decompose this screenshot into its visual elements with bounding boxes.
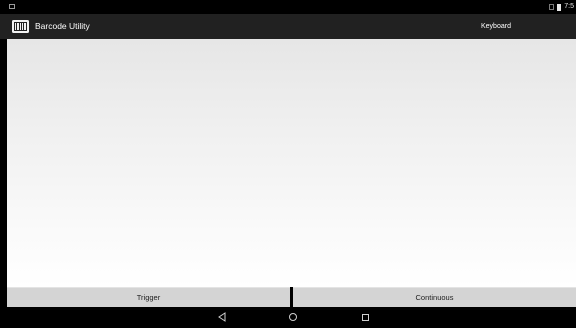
app-title: Barcode Utility	[35, 21, 90, 31]
status-time: 7:5	[564, 3, 574, 10]
status-indicators: 7:5	[549, 2, 574, 12]
barcode-icon	[12, 20, 29, 33]
device-screen: 7:5 Barcode Utility Keyboard Trigger Con…	[0, 0, 576, 328]
recents-icon[interactable]	[362, 314, 369, 321]
app-bar: Barcode Utility Keyboard	[0, 14, 576, 39]
home-icon[interactable]	[289, 313, 297, 321]
signal-icon	[549, 4, 555, 10]
scan-output-area[interactable]	[7, 39, 576, 287]
trigger-button[interactable]: Trigger	[7, 287, 290, 307]
back-icon[interactable]	[218, 312, 226, 322]
notification-icon	[9, 4, 15, 9]
continuous-button[interactable]: Continuous	[293, 287, 576, 307]
battery-icon	[557, 3, 562, 11]
button-row: Trigger Continuous	[7, 287, 576, 307]
navigation-bar	[0, 307, 576, 328]
keyboard-button[interactable]: Keyboard	[481, 14, 511, 39]
status-bar: 7:5	[0, 0, 576, 14]
